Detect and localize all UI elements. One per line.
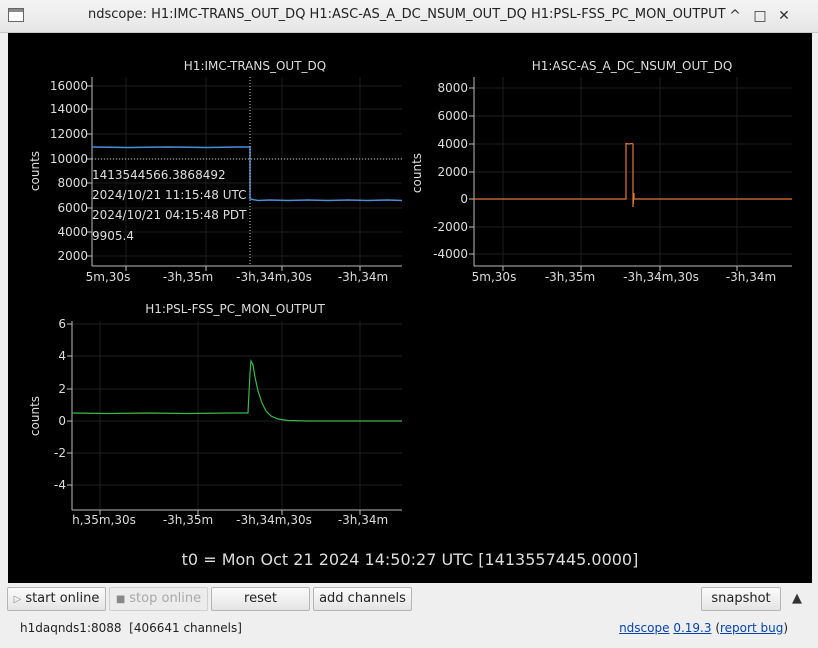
asc-trace — [474, 142, 792, 208]
plot-title: H1:PSL-FSS_PC_MON_OUTPUT — [145, 302, 325, 316]
stop-online-button[interactable]: ■ stop online — [109, 587, 208, 611]
window-titlebar: ndscope: H1:IMC-TRANS_OUT_DQ H1:ASC-AS_A… — [0, 0, 818, 33]
plot-psl-fss[interactable]: H1:PSL-FSS_PC_MON_OUTPUT 6 4 2 0 -2 -4 c… — [28, 302, 402, 527]
cursor-utc-time: 2024/10/21 11:15:48 UTC — [92, 188, 246, 202]
start-online-label: start online — [25, 591, 100, 606]
cursor-value: 9905.4 — [92, 229, 134, 243]
window-title: ndscope: H1:IMC-TRANS_OUT_DQ H1:ASC-AS_A… — [88, 7, 726, 22]
minimize-button[interactable]: ^ — [726, 7, 744, 25]
y-axis: 8000 6000 4000 2000 0 -2000 -4000 counts — [410, 77, 475, 266]
collapse-arrow-icon[interactable]: ▲ — [787, 589, 807, 609]
y-tick-label: 16000 — [50, 79, 88, 93]
y-tick-label: 8000 — [57, 176, 88, 190]
y-tick-label: 2000 — [437, 165, 468, 179]
report-bug-link[interactable]: report bug — [720, 621, 783, 635]
add-channels-button[interactable]: add channels — [313, 587, 412, 611]
version-link[interactable]: 0.19.3 — [673, 621, 711, 635]
x-tick-label: -3h,34m,30s — [236, 513, 312, 527]
plot-imc-trans[interactable]: H1:IMC-TRANS_OUT_DQ 16000 14000 12000 10… — [28, 59, 403, 284]
app-info: ndscope 0.19.3 (report bug) — [619, 621, 788, 635]
y-tick-label: 4 — [58, 349, 66, 363]
stop-icon: ■ — [115, 594, 126, 605]
y-tick-label: 14000 — [50, 102, 88, 116]
y-tick-label: -4 — [54, 478, 66, 492]
y-axis: 16000 14000 12000 10000 8000 6000 4000 2… — [28, 77, 93, 266]
x-tick-label: -3h,35m — [545, 270, 595, 284]
x-tick-label: -3h,34m — [338, 270, 388, 284]
y-axis-label: counts — [28, 396, 42, 436]
start-online-button[interactable]: ▷ start online — [7, 587, 106, 611]
y-tick-label: 2 — [58, 382, 66, 396]
y-tick-label: 6000 — [57, 201, 88, 215]
play-icon: ▷ — [13, 594, 22, 605]
y-axis: 6 4 2 0 -2 -4 counts — [28, 317, 73, 510]
x-tick-label: h,35m,30s — [72, 513, 136, 527]
y-tick-label: 0 — [460, 192, 468, 206]
y-tick-label: 0 — [58, 414, 66, 428]
t0-label: t0 = Mon Oct 21 2024 14:50:27 UTC [14135… — [182, 550, 639, 569]
y-tick-label: 12000 — [50, 127, 88, 141]
x-axis: 5m,30s -3h,35m -3h,34m,30s -3h,34m — [86, 265, 402, 284]
stop-online-label: stop online — [129, 591, 202, 606]
psl-trace — [71, 358, 402, 422]
plot-title: H1:ASC-AS_A_DC_NSUM_OUT_DQ — [532, 59, 733, 73]
y-axis-label: counts — [410, 153, 424, 193]
x-tick-label: -3h,35m — [163, 270, 213, 284]
x-tick-label: -3h,35m — [163, 513, 213, 527]
x-tick-label: -3h,34m,30s — [236, 270, 312, 284]
x-tick-label: -3h,34m — [338, 513, 388, 527]
x-axis: h,35m,30s -3h,35m -3h,34m,30s -3h,34m — [72, 509, 402, 527]
grid — [72, 321, 402, 509]
close-button[interactable]: ✕ — [775, 7, 793, 25]
plot-title: H1:IMC-TRANS_OUT_DQ — [184, 59, 326, 73]
plot-asc-as-a[interactable]: H1:ASC-AS_A_DC_NSUM_OUT_DQ 8000 6000 400… — [410, 59, 792, 284]
x-tick-label: 5m,30s — [86, 270, 131, 284]
plot-area[interactable]: H1:IMC-TRANS_OUT_DQ 16000 14000 12000 10… — [8, 33, 812, 583]
ndscope-link[interactable]: ndscope — [619, 621, 669, 635]
x-axis: 5m,30s -3h,35m -3h,34m,30s -3h,34m — [472, 265, 792, 284]
y-tick-label: -2000 — [433, 220, 468, 234]
maximize-button[interactable]: □ — [751, 7, 769, 25]
y-tick-label: -2 — [54, 446, 66, 460]
x-tick-label: -3h,34m — [726, 270, 776, 284]
y-tick-label: 2000 — [57, 249, 88, 263]
y-tick-label: -4000 — [433, 247, 468, 261]
cursor-local-time: 2024/10/21 04:15:48 PDT — [92, 208, 247, 222]
reset-button[interactable]: reset — [211, 587, 310, 611]
x-tick-label: -3h,34m,30s — [623, 270, 699, 284]
y-tick-label: 8000 — [437, 81, 468, 95]
report-suffix: ) — [783, 621, 788, 635]
server-status: h1daqnds1:8088 [406641 channels] — [20, 621, 242, 635]
y-tick-label: 10000 — [50, 152, 88, 166]
y-tick-label: 6 — [58, 317, 66, 331]
app-window-icon — [8, 8, 24, 22]
snapshot-button[interactable]: snapshot — [701, 587, 781, 611]
y-tick-label: 4000 — [437, 137, 468, 151]
y-axis-label: counts — [28, 151, 42, 191]
y-tick-label: 4000 — [57, 225, 88, 239]
x-tick-label: 5m,30s — [472, 270, 517, 284]
cursor-gps-time: 1413544566.3868492 — [92, 168, 226, 182]
y-tick-label: 6000 — [437, 109, 468, 123]
